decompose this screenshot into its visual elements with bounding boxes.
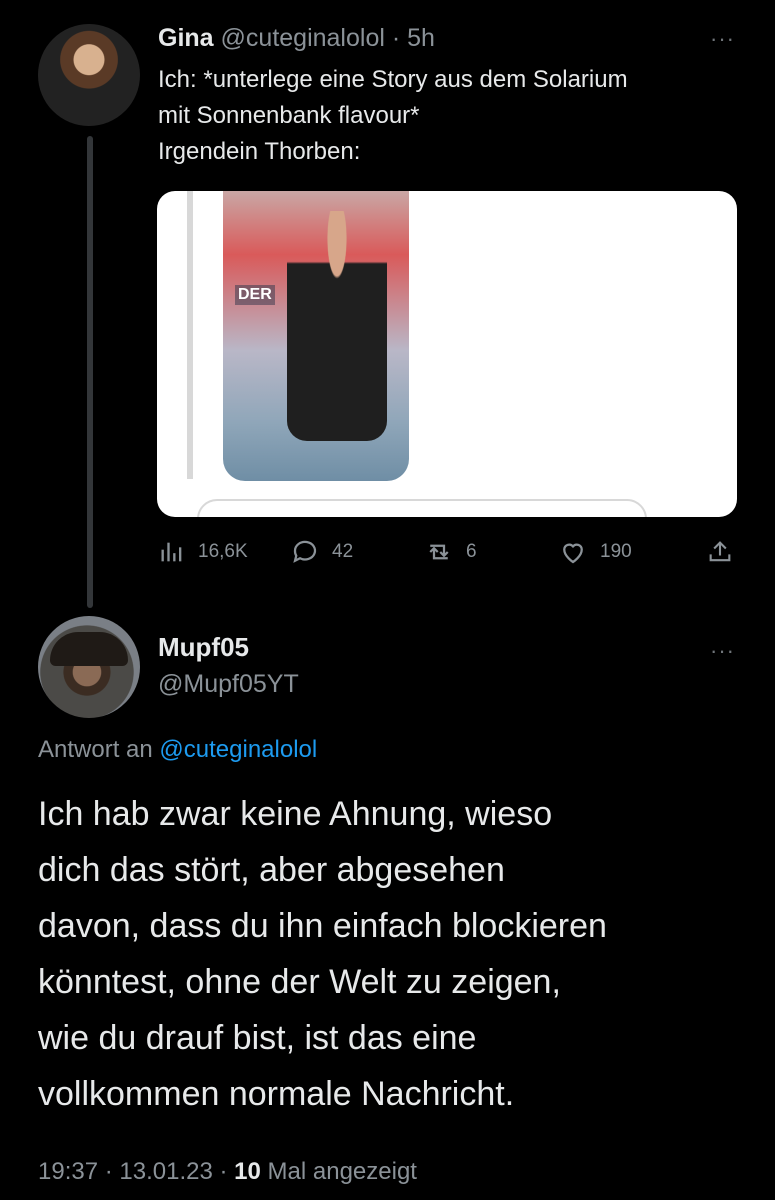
like-icon [558,537,588,567]
tweet-time[interactable]: 5h [407,24,435,52]
share-action[interactable] [706,534,734,570]
tweet-media-image[interactable]: DER [157,191,737,517]
reply-more-options-icon[interactable]: ··· [710,638,735,664]
original-tweet-text: Ich: *unterlege eine Story aus dem Solar… [158,62,748,170]
tweet-timestamp[interactable]: 19:37 [38,1158,98,1185]
reply-text-line: davon, dass du ihn einfach blockieren [38,907,607,945]
story-photo: DER [223,191,409,481]
photo-overlay-text: DER [235,285,275,305]
reply-icon [290,537,320,567]
tweet-thread-screen: Gina @cuteginalolol · 5h ··· Ich: *unter… [0,0,775,1200]
media-scroll-bar [187,191,193,479]
person-figure [287,211,387,441]
reply-text-line: dich das stört, aber abgesehen [38,851,505,889]
reply-count: 42 [332,541,354,562]
author-handle[interactable]: @cuteginalolol [221,24,385,52]
avatar-gina[interactable] [38,24,140,126]
author-name[interactable]: Gina [158,24,214,52]
avatar-hat-shape [50,632,128,666]
reply-author-handle[interactable]: @Mupf05YT [158,670,299,699]
tweet-text-line: Irgendein Thorben: [158,138,361,165]
views-count: 16,6K [198,541,248,562]
reply-author-name[interactable]: Mupf05 [158,632,249,663]
reply-action[interactable]: 42 [290,534,353,570]
views-label: Mal angezeigt [267,1158,417,1185]
media-input-outline [197,499,647,517]
views-count-number: 10 [234,1158,261,1185]
tweet-text-line: mit Sonnenbank flavour* [158,102,420,129]
reply-tweet-text: Ich hab zwar keine Ahnung, wieso dich da… [38,786,748,1122]
reply-to-line: Antwort an @cuteginalolol [38,736,317,764]
views-icon [158,538,186,566]
meta-separator: · [104,1158,113,1185]
reply-to-prefix: Antwort an [38,736,153,763]
retweet-action[interactable]: 6 [424,534,477,570]
reply-mention-link[interactable]: @cuteginalolol [159,736,317,763]
reply-text-line: vollkommen normale Nachricht. [38,1075,515,1113]
like-action[interactable]: 190 [558,534,632,570]
like-count: 190 [600,541,632,562]
tweet-action-bar: 16,6K 42 6 190 [158,534,738,570]
reply-text-line: wie du drauf bist, ist das eine [38,1019,477,1057]
share-icon [706,538,734,566]
tweet-text-line: Ich: *unterlege eine Story aus dem Solar… [158,66,628,93]
views-action[interactable]: 16,6K [158,534,248,570]
reply-text-line: könntest, ohne der Welt zu zeigen, [38,963,561,1001]
original-tweet-header: Gina @cuteginalolol · 5h [158,24,435,53]
avatar-mupf05[interactable] [38,616,140,718]
thread-connector-line [87,136,93,608]
more-options-icon[interactable]: ··· [710,26,735,52]
tweet-date[interactable]: 13.01.23 [119,1158,212,1185]
retweet-count: 6 [466,541,477,562]
header-separator: · [391,24,401,52]
reply-text-line: Ich hab zwar keine Ahnung, wieso [38,795,553,833]
tweet-metadata: 19:37 · 13.01.23 · 10 Mal angezeigt [38,1158,417,1186]
retweet-icon [424,537,454,567]
meta-separator: · [219,1158,228,1185]
